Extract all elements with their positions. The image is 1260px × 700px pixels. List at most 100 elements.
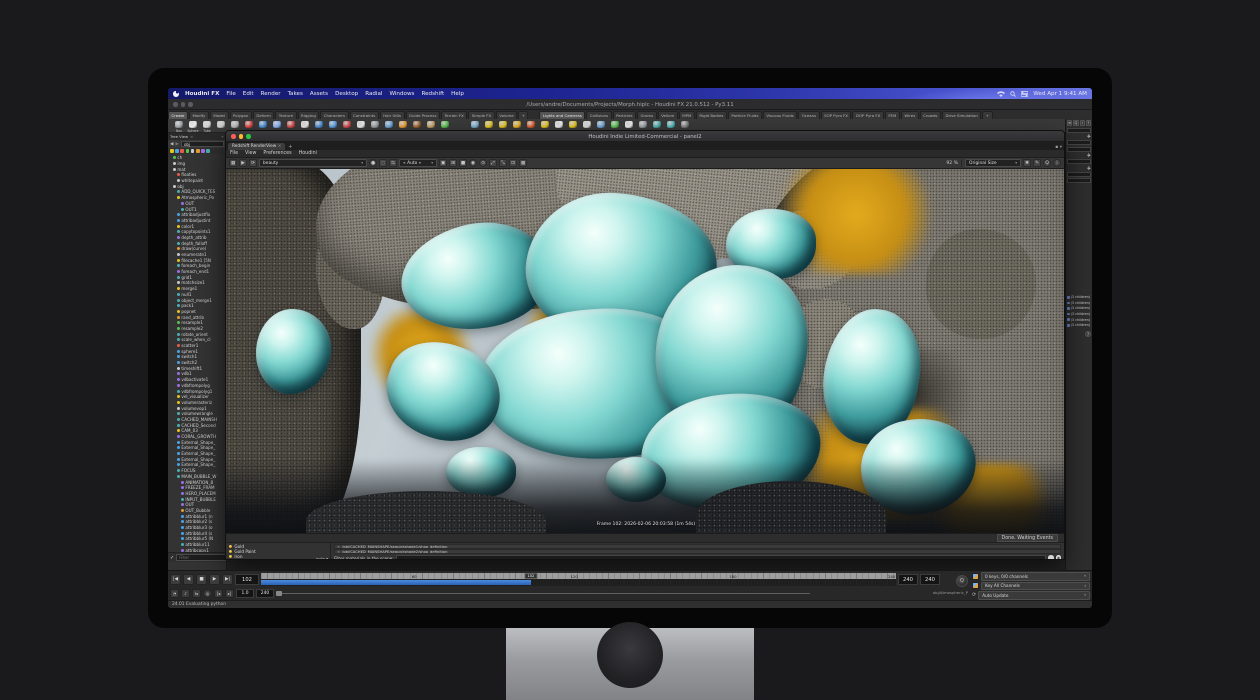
menubar-clock[interactable]: Wed Apr 1 9:41 AM xyxy=(1033,91,1087,97)
tree-toolbar-icon[interactable] xyxy=(206,149,210,153)
size-select[interactable]: Original Size▾ xyxy=(965,159,1021,167)
playback-end-field[interactable]: 240 xyxy=(898,574,918,585)
lock-icon[interactable]: ▣ xyxy=(439,159,447,167)
shelf-tool[interactable] xyxy=(678,121,692,129)
shelf-tab-particles[interactable]: Particles xyxy=(613,111,636,119)
shelf-tab-sop-pyro-fx[interactable]: SOP Pyro FX xyxy=(821,111,852,119)
license-badge[interactable]: indie ▾ xyxy=(316,556,328,560)
keys-dropdown[interactable]: 0 keys, 0/0 channels▾ xyxy=(981,572,1090,581)
playback-settings-icon[interactable]: ◎ xyxy=(203,589,212,598)
key-prev-icon[interactable]: |◂ xyxy=(214,589,223,598)
children-count-row[interactable]: (3 children) xyxy=(1067,317,1091,323)
menubar-menu-redshift[interactable]: Redshift xyxy=(421,91,444,97)
shelf-tab-vellum[interactable]: Vellum xyxy=(658,111,678,119)
loop-mode-icon[interactable]: ⇆ xyxy=(192,589,201,598)
step-back-icon[interactable]: ◀ xyxy=(183,574,194,585)
tree-toolbar-icon[interactable] xyxy=(180,149,184,153)
shelf-tab-terrain-fx[interactable]: Terrain FX xyxy=(441,111,467,119)
param-field[interactable] xyxy=(1067,178,1091,183)
houdini-window-titlebar[interactable]: /Users/andre/Documents/Projects/Morph.hi… xyxy=(168,99,1092,110)
apple-menu-icon[interactable] xyxy=(173,91,179,97)
menubar-menu-edit[interactable]: Edit xyxy=(243,91,254,97)
range-end-field[interactable]: 240 xyxy=(256,589,274,598)
help-icon[interactable]: ? xyxy=(1085,331,1091,337)
shelf-tab-drive-simulation[interactable]: Drive Simulation xyxy=(942,111,981,119)
menubar-menu-windows[interactable]: Windows xyxy=(389,91,414,97)
tree-toolbar-icon[interactable] xyxy=(191,149,195,153)
shelf-tool[interactable]: Tube xyxy=(200,121,214,133)
shelf-tab-viscous-fluids[interactable]: Viscous Fluids xyxy=(763,111,797,119)
channels-icon[interactable] xyxy=(972,573,979,580)
ghost-icon[interactable]: ◌ xyxy=(379,159,387,167)
key-all-channels-button[interactable]: Key All Channels‡ xyxy=(981,582,1090,591)
stop-icon[interactable]: ■ xyxy=(196,574,207,585)
jump-end-icon[interactable]: ▶| xyxy=(222,574,233,585)
menubar-menu-help[interactable]: Help xyxy=(451,91,464,97)
render-preview-icon[interactable] xyxy=(1056,555,1062,560)
range-start-field[interactable]: 1.0 xyxy=(236,589,254,598)
material-path-row[interactable]: ×/obj/CACHED_MAINSHAPE/sequickshade2/sho… xyxy=(334,549,1061,554)
shelf-tab--[interactable]: + xyxy=(518,111,528,119)
loop-icon[interactable]: ⇆ xyxy=(389,159,397,167)
shelf-tool[interactable] xyxy=(524,121,538,129)
expand-icon[interactable]: ⤢ xyxy=(489,159,497,167)
wifi-icon[interactable] xyxy=(997,91,1005,97)
shelf-tab-modify[interactable]: Modify xyxy=(189,111,209,119)
shelf-tool[interactable]: Box xyxy=(172,121,186,133)
bucket-icon[interactable]: ● xyxy=(369,159,377,167)
shelf-tab-volume[interactable]: Volume xyxy=(496,111,517,119)
children-count-row[interactable]: (3 children) xyxy=(1067,311,1091,317)
menubar-menu-assets[interactable]: Assets xyxy=(310,91,328,97)
shelf-tab-oceans[interactable]: Oceans xyxy=(798,111,819,119)
tree-tab-close-icon[interactable]: × xyxy=(190,134,193,139)
shelf-tool[interactable] xyxy=(580,121,594,129)
shelf-tab-collisions[interactable]: Collisions xyxy=(586,111,611,119)
param-field[interactable] xyxy=(1067,140,1091,145)
keyframe-icon[interactable] xyxy=(972,582,979,589)
shelf-tool[interactable] xyxy=(566,121,580,129)
render-restart-icon[interactable]: ⟳ xyxy=(249,159,257,167)
range-slider[interactable] xyxy=(276,589,810,598)
solid-icon[interactable]: ■ xyxy=(459,159,467,167)
renderview-menu-preferences[interactable]: Preferences xyxy=(263,151,291,156)
renderview-menu-file[interactable]: File xyxy=(230,151,238,156)
info-icon[interactable]: i xyxy=(1080,120,1085,126)
global-end-field[interactable]: 240 xyxy=(920,574,940,585)
shelf-tab-particle-fluids[interactable]: Particle Fluids xyxy=(728,111,762,119)
info-icon[interactable]: i xyxy=(1053,159,1061,167)
gear-icon[interactable]: ✱ xyxy=(1023,159,1031,167)
tab-close-icon[interactable]: × xyxy=(278,144,282,149)
shelf-tool[interactable]: Sphere xyxy=(186,121,200,133)
audio-icon[interactable]: ♪ xyxy=(181,589,190,598)
tree-toolbar-icon[interactable] xyxy=(170,149,174,153)
magnifier-icon[interactable]: Q xyxy=(1043,159,1051,167)
help-icon[interactable]: ? xyxy=(1086,120,1091,126)
tab-add-icon[interactable]: + xyxy=(288,144,292,150)
play-icon[interactable]: ▶ xyxy=(209,574,220,585)
shelf-tab-texture[interactable]: Texture xyxy=(275,111,296,119)
param-field[interactable] xyxy=(1067,172,1091,177)
playhead[interactable]: 102 xyxy=(524,573,537,579)
shelf-tab-dop-pyro-fx[interactable]: DOP Pyro FX xyxy=(852,111,883,119)
shelf-tab-fem[interactable]: FEM xyxy=(885,111,900,119)
back-icon[interactable]: ◀ xyxy=(170,142,173,147)
children-count-row[interactable]: (3 children) xyxy=(1067,300,1091,306)
shelf-tab--[interactable]: + xyxy=(982,111,992,119)
timeline-zoom-icon[interactable]: Q xyxy=(956,575,968,587)
menubar-app-name[interactable]: Houdini FX xyxy=(185,91,219,97)
param-field[interactable] xyxy=(1067,128,1091,133)
menubar-menu-radial[interactable]: Radial xyxy=(365,91,382,97)
zoom-level[interactable]: 92 % xyxy=(946,161,958,166)
sphere-preview-icon[interactable] xyxy=(1048,555,1054,560)
shelf-tab-hair-utils[interactable]: Hair Utils xyxy=(380,111,405,119)
magnifier-icon[interactable]: Q xyxy=(1073,120,1078,126)
shrink-icon[interactable]: ⤡ xyxy=(499,159,507,167)
shelf-tool[interactable] xyxy=(650,121,664,129)
shelf-tab-grains[interactable]: Grains xyxy=(637,111,657,119)
renderview-titlebar[interactable]: Houdini Indie Limited-Commercial - panel… xyxy=(226,131,1064,142)
pane-menu-icon[interactable]: ▪ ▾ xyxy=(1055,145,1062,150)
tree-toolbar-icon[interactable] xyxy=(186,149,190,153)
shelf-tab-model[interactable]: Model xyxy=(210,111,229,119)
shelf-tab-simple-fx[interactable]: Simple FX xyxy=(468,111,494,119)
shelf-tool[interactable] xyxy=(496,121,510,129)
